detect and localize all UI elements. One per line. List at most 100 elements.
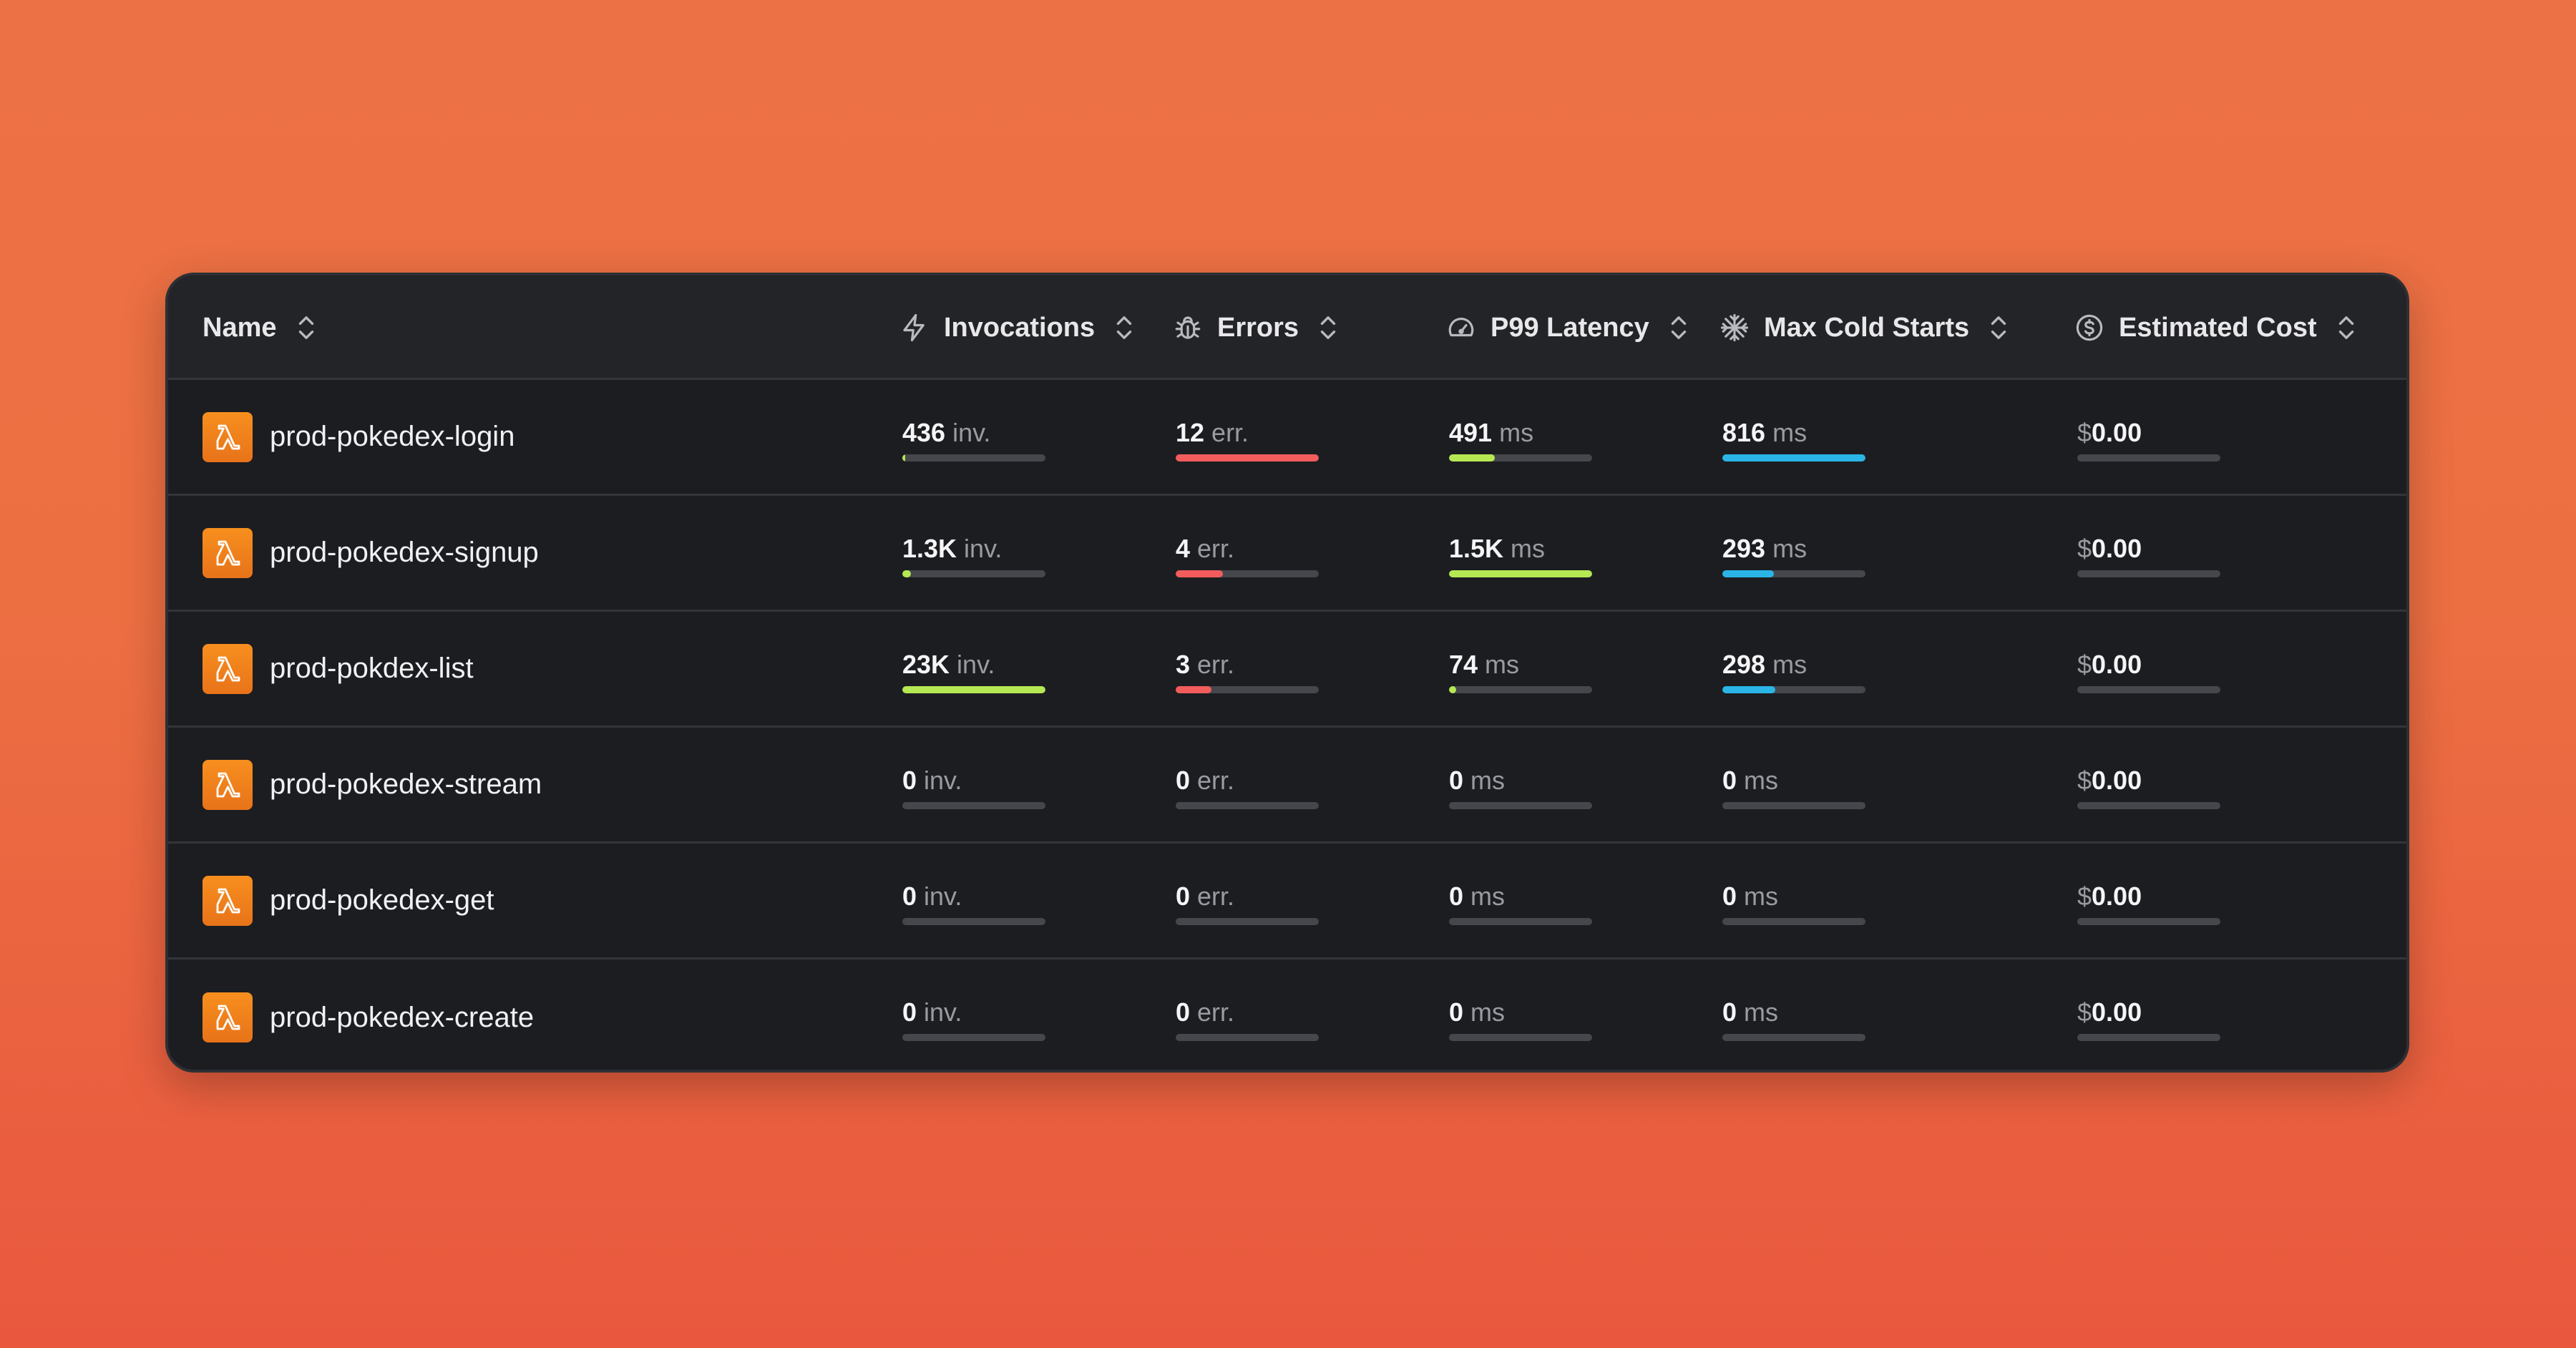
cost-value: 0.00 [2092, 650, 2142, 679]
sort-icon[interactable] [1112, 313, 1136, 342]
invocations-cell: 0 inv. [902, 997, 1045, 1041]
function-name[interactable]: prod-pokedex-signup [270, 537, 539, 569]
invocations-bar [902, 918, 1045, 925]
errors-bar-fill [1176, 570, 1223, 577]
cost-cell: $0.00 [2077, 649, 2220, 693]
cold-starts-bar-fill [1722, 454, 1865, 461]
function-name-cell: prod-pokdex-list [203, 612, 474, 726]
invocations-bar-fill [902, 686, 1045, 693]
table-row[interactable]: prod-pokedex-stream 0 inv. 0 err. 0 ms 0 ms … [168, 728, 2406, 844]
errors-bar [1176, 802, 1319, 809]
column-header-label: Estimated Cost [2119, 312, 2317, 343]
function-name[interactable]: prod-pokdex-list [270, 653, 474, 685]
errors-value: 4 [1176, 534, 1191, 563]
column-header-errors[interactable]: Errors [1173, 275, 1340, 380]
invocations-bar [902, 802, 1045, 809]
sort-icon[interactable] [2334, 313, 2358, 342]
table-row[interactable]: prod-pokedex-signup 1.3K inv. 4 err. 1.5K m… [168, 496, 2406, 612]
invocations-cell: 0 inv. [902, 765, 1045, 809]
cold-starts-unit: ms [1744, 766, 1779, 795]
column-header-latency[interactable]: P99 Latency [1446, 275, 1691, 380]
latency-bar-fill [1449, 570, 1592, 577]
column-header-name[interactable]: Name [203, 275, 318, 380]
cost-bar [2077, 454, 2220, 461]
latency-cell: 0 ms [1449, 765, 1592, 809]
cold-starts-bar [1722, 454, 1865, 461]
function-name[interactable]: prod-pokedex-get [270, 884, 494, 917]
sort-icon[interactable] [1986, 313, 2011, 342]
cost-cell: $0.00 [2077, 417, 2220, 461]
latency-value: 0 [1449, 997, 1464, 1027]
invocations-value: 0 [902, 997, 917, 1027]
cold-starts-bar [1722, 686, 1865, 693]
table-row[interactable]: prod-pokedex-login 436 inv. 12 err. 491 ms … [168, 380, 2406, 496]
latency-bar [1449, 918, 1592, 925]
cost-bar [2077, 1034, 2220, 1041]
errors-unit: err. [1197, 881, 1235, 911]
invocations-bar-fill [902, 454, 905, 461]
function-name[interactable]: prod-pokedex-stream [270, 768, 542, 801]
column-header-cold-starts[interactable]: Max Cold Starts [1719, 275, 2011, 380]
currency-symbol: $ [2077, 534, 2092, 563]
cost-value: 0.00 [2092, 881, 2142, 911]
currency-symbol: $ [2077, 418, 2092, 447]
cost-bar [2077, 570, 2220, 577]
latency-unit: ms [1470, 997, 1506, 1027]
cold-starts-value: 0 [1722, 881, 1737, 911]
currency-symbol: $ [2077, 650, 2092, 679]
function-name-cell: prod-pokedex-get [203, 844, 494, 957]
cost-bar [2077, 918, 2220, 925]
cold-starts-cell: 293 ms [1722, 533, 1865, 577]
invocations-bar [902, 570, 1045, 577]
errors-cell: 0 err. [1176, 997, 1319, 1041]
cold-starts-value: 298 [1722, 650, 1766, 679]
latency-cell: 491 ms [1449, 417, 1592, 461]
invocations-unit: inv. [924, 881, 962, 911]
sort-icon[interactable] [1316, 313, 1340, 342]
invocations-bar [902, 686, 1045, 693]
function-name[interactable]: prod-pokedex-create [270, 1002, 534, 1034]
latency-cell: 74 ms [1449, 649, 1592, 693]
column-header-label: P99 Latency [1491, 312, 1649, 343]
errors-bar [1176, 454, 1319, 461]
errors-cell: 4 err. [1176, 533, 1319, 577]
errors-value: 0 [1176, 766, 1191, 795]
errors-unit: err. [1197, 766, 1235, 795]
lightning-icon [903, 313, 924, 342]
bug-icon [1175, 316, 1201, 339]
invocations-value: 0 [902, 881, 917, 911]
cold-starts-unit: ms [1744, 997, 1779, 1027]
cold-starts-cell: 298 ms [1722, 649, 1865, 693]
table-row[interactable]: prod-pokdex-list 23K inv. 3 err. 74 ms 298 m… [168, 612, 2406, 728]
function-name[interactable]: prod-pokedex-login [270, 421, 514, 453]
table-row[interactable]: prod-pokedex-create 0 inv. 0 err. 0 ms 0 ms … [168, 959, 2406, 1070]
invocations-cell: 436 inv. [902, 417, 1045, 461]
aws-lambda-icon [203, 643, 253, 694]
cold-starts-cell: 0 ms [1722, 997, 1865, 1041]
invocations-unit: inv. [964, 534, 1002, 563]
invocations-bar [902, 1034, 1045, 1041]
errors-bar [1176, 918, 1319, 925]
cold-starts-unit: ms [1772, 650, 1807, 679]
cost-value: 0.00 [2092, 997, 2142, 1027]
sort-icon[interactable] [1667, 313, 1691, 342]
latency-bar [1449, 454, 1592, 461]
sort-icon[interactable] [294, 313, 318, 342]
errors-value: 3 [1176, 650, 1191, 679]
latency-unit: ms [1511, 534, 1546, 563]
latency-unit: ms [1485, 650, 1520, 679]
cold-starts-bar [1722, 570, 1865, 577]
latency-cell: 0 ms [1449, 881, 1592, 925]
cold-starts-unit: ms [1744, 881, 1779, 911]
currency-symbol: $ [2077, 881, 2092, 911]
invocations-unit: inv. [924, 766, 962, 795]
latency-bar [1449, 1034, 1592, 1041]
invocations-value: 1.3K [902, 534, 957, 563]
cost-cell: $0.00 [2077, 881, 2220, 925]
aws-lambda-icon [203, 875, 253, 926]
column-header-cost[interactable]: Estimated Cost [2074, 275, 2358, 380]
errors-bar [1176, 1034, 1319, 1041]
column-header-invocations[interactable]: Invocations [899, 275, 1136, 380]
latency-value: 1.5K [1449, 534, 1504, 563]
table-row[interactable]: prod-pokedex-get 0 inv. 0 err. 0 ms 0 ms $0.… [168, 844, 2406, 959]
